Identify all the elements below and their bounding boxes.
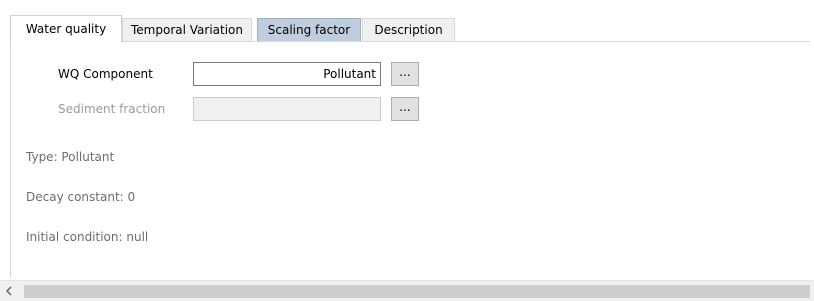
sediment-fraction-browse-button[interactable]: ... — [391, 97, 419, 121]
chevron-left-icon[interactable] — [0, 281, 18, 301]
sediment-fraction-field[interactable] — [193, 97, 381, 121]
horizontal-scrollbar[interactable] — [0, 280, 814, 301]
decay-constant-info: Decay constant: 0 — [26, 190, 136, 204]
initial-condition-info: Initial condition: null — [26, 230, 149, 244]
tab-temporal-variation[interactable]: Temporal Variation — [122, 18, 252, 41]
wq-component-browse-button[interactable]: ... — [391, 62, 419, 86]
type-info: Type: Pollutant — [26, 150, 115, 164]
tab-water-quality[interactable]: Water quality — [10, 15, 122, 42]
tab-description[interactable]: Description — [362, 18, 455, 41]
wq-component-field[interactable]: Pollutant — [193, 62, 381, 86]
tab-strip: Water quality Temporal Variation Scaling… — [0, 0, 814, 42]
scrollbar-thumb[interactable] — [24, 285, 810, 298]
tab-scaling-factor[interactable]: Scaling factor — [257, 18, 361, 41]
sediment-fraction-label: Sediment fraction — [58, 102, 166, 116]
wq-component-label: WQ Component — [58, 67, 153, 81]
